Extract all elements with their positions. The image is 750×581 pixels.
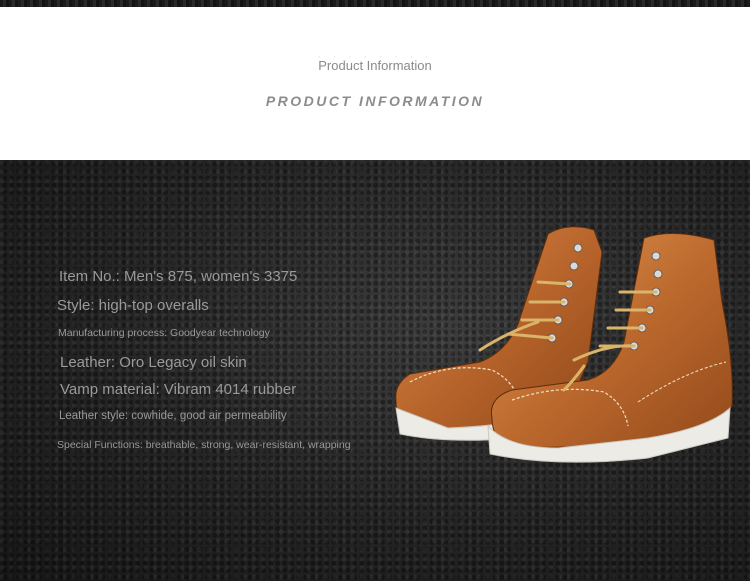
spec-style: Style: high-top overalls [57, 297, 209, 314]
header-title: PRODUCT INFORMATION [265, 93, 485, 109]
spec-leather: Leather: Oro Legacy oil skin [60, 354, 247, 371]
product-info-panel: Item No.: Men's 875, women's 3375 Style:… [0, 160, 750, 581]
spec-item-number: Item No.: Men's 875, women's 3375 [59, 268, 298, 285]
top-texture-strip [0, 0, 750, 7]
spec-special-functions: Special Functions: breathable, strong, w… [57, 439, 351, 451]
spec-manufacturing: Manufacturing process: Goodyear technolo… [58, 327, 270, 339]
section-header: · · · · · · · · Product Information PROD… [0, 7, 750, 160]
header-subtitle: Product Information [318, 58, 432, 73]
boots-image [395, 226, 733, 463]
spec-leather-style: Leather style: cowhide, good air permeab… [59, 410, 287, 422]
spec-list: Item No.: Men's 875, women's 3375 Style:… [0, 160, 400, 581]
spec-vamp-material: Vamp material: Vibram 4014 rubber [60, 381, 297, 398]
